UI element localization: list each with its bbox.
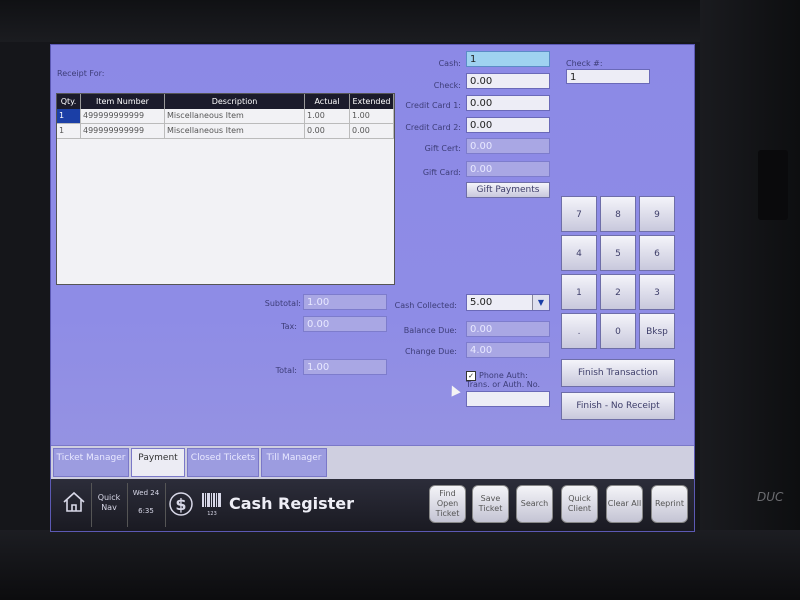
- gift-card-input: 0.00: [466, 161, 550, 177]
- finish-no-receipt-button[interactable]: Finish - No Receipt: [561, 392, 675, 420]
- search-button[interactable]: Search: [516, 485, 553, 523]
- total-label: Total:: [275, 366, 297, 375]
- cell-item-number: 499999999999: [81, 124, 165, 138]
- keypad-9[interactable]: 9: [639, 196, 675, 232]
- keypad-7[interactable]: 7: [561, 196, 597, 232]
- svg-text:$: $: [175, 495, 186, 514]
- monitor-bezel-right: [700, 0, 800, 600]
- col-item-number[interactable]: Item Number: [81, 94, 165, 109]
- quick-client-button[interactable]: Quick Client: [561, 485, 598, 523]
- subtotal-label: Subtotal:: [264, 299, 301, 308]
- monitor-bezel-top: [0, 0, 800, 42]
- barcode-digits: 123: [207, 511, 217, 517]
- toolbar-divider: [165, 483, 166, 527]
- cash-input[interactable]: 1: [466, 51, 550, 67]
- cell-extended: 1.00: [350, 109, 394, 123]
- dollar-icon[interactable]: $: [169, 491, 193, 521]
- check-input[interactable]: 0.00: [466, 73, 550, 89]
- home-icon[interactable]: [61, 491, 87, 517]
- tab-till-manager[interactable]: Till Manager: [261, 448, 327, 477]
- keypad-decimal[interactable]: .: [561, 313, 597, 349]
- keypad-3[interactable]: 3: [639, 274, 675, 310]
- receipt-table-header: Qty. Item Number Description Actual Exte…: [57, 94, 394, 109]
- change-due-field: 4.00: [466, 342, 550, 358]
- phone-auth-sublabel: Trans. or Auth. No.: [466, 380, 541, 389]
- tax-field: 0.00: [303, 316, 387, 332]
- receipt-label: Receipt For:: [57, 69, 105, 78]
- col-actual[interactable]: Actual: [305, 94, 350, 109]
- reprint-button[interactable]: Reprint: [651, 485, 688, 523]
- cell-actual: 0.00: [305, 124, 350, 138]
- save-ticket-button[interactable]: Save Ticket: [472, 485, 509, 523]
- keypad-1[interactable]: 1: [561, 274, 597, 310]
- auth-number-input[interactable]: [466, 391, 550, 407]
- cell-actual: 1.00: [305, 109, 350, 123]
- credit-card-1-label: Credit Card 1:: [405, 101, 461, 110]
- subtotal-field: 1.00: [303, 294, 387, 310]
- keypad-0[interactable]: 0: [600, 313, 636, 349]
- cell-item-number: 499999999999: [81, 109, 165, 123]
- col-description[interactable]: Description: [165, 94, 305, 109]
- keypad-6[interactable]: 6: [639, 235, 675, 271]
- check-number-label: Check #:: [566, 59, 603, 68]
- tab-closed-tickets[interactable]: Closed Tickets: [187, 448, 259, 477]
- balance-due-field: 0.00: [466, 321, 550, 337]
- tab-payment[interactable]: Payment: [131, 448, 185, 477]
- check-number-input[interactable]: 1: [566, 69, 650, 84]
- credit-card-2-label: Credit Card 2:: [405, 123, 461, 132]
- gift-cert-label: Gift Cert:: [424, 144, 461, 153]
- receipt-table: Qty. Item Number Description Actual Exte…: [56, 93, 395, 285]
- phone-auth-label: Phone Auth:: [479, 371, 528, 380]
- keypad-8[interactable]: 8: [600, 196, 636, 232]
- find-open-ticket-button[interactable]: Find Open Ticket: [429, 485, 466, 523]
- cell-qty[interactable]: 1: [57, 109, 81, 123]
- cash-collected-label: Cash Collected:: [394, 301, 457, 310]
- cash-label: Cash:: [438, 59, 461, 68]
- tax-label: Tax:: [281, 322, 297, 331]
- gift-cert-input: 0.00: [466, 138, 550, 154]
- col-qty[interactable]: Qty.: [57, 94, 81, 109]
- monitor-bezel-bottom: [0, 530, 800, 600]
- cash-collected-select[interactable]: 5.00 ▼: [466, 294, 550, 311]
- keypad-5[interactable]: 5: [600, 235, 636, 271]
- gift-payments-button[interactable]: Gift Payments: [466, 182, 550, 198]
- cell-qty[interactable]: 1: [57, 124, 81, 138]
- toolbar-divider: [127, 483, 128, 527]
- monitor-brand: DUC: [757, 490, 784, 504]
- keypad-4[interactable]: 4: [561, 235, 597, 271]
- total-field: 1.00: [303, 359, 387, 375]
- quick-nav-button[interactable]: Quick Nav: [93, 493, 125, 513]
- credit-card-2-input[interactable]: 0.00: [466, 117, 550, 133]
- bottom-toolbar: Quick Nav Wed 24 6:35 $ 123 Cash Registe…: [51, 479, 694, 531]
- keypad-2[interactable]: 2: [600, 274, 636, 310]
- change-due-label: Change Due:: [404, 347, 457, 356]
- date-display: Wed 24: [132, 489, 160, 497]
- tab-bar: Ticket Manager Payment Closed Tickets Ti…: [51, 445, 694, 480]
- clear-all-button[interactable]: Clear All: [606, 485, 643, 523]
- check-label: Check:: [433, 81, 461, 90]
- cash-collected-value: 5.00: [470, 297, 493, 308]
- finish-transaction-button[interactable]: Finish Transaction: [561, 359, 675, 387]
- time-display: 6:35: [138, 507, 154, 515]
- mouse-cursor-icon: [447, 383, 461, 397]
- credit-card-1-input[interactable]: 0.00: [466, 95, 550, 111]
- monitor-side-tab: [758, 150, 788, 220]
- cell-description: Miscellaneous Item: [165, 109, 305, 123]
- cash-register-screen: Receipt For: Qty. Item Number Descriptio…: [50, 44, 695, 532]
- cell-description: Miscellaneous Item: [165, 124, 305, 138]
- tab-ticket-manager[interactable]: Ticket Manager: [53, 448, 129, 477]
- table-row[interactable]: 1 499999999999 Miscellaneous Item 1.00 1…: [57, 109, 394, 124]
- toolbar-divider: [91, 483, 92, 527]
- balance-due-label: Balance Due:: [403, 326, 457, 335]
- chevron-down-icon[interactable]: ▼: [532, 295, 549, 310]
- keypad-backspace[interactable]: Bksp: [639, 313, 675, 349]
- table-row[interactable]: 1 499999999999 Miscellaneous Item 0.00 0…: [57, 124, 394, 139]
- gift-card-label: Gift Card:: [422, 168, 461, 177]
- app-title: Cash Register: [229, 494, 355, 513]
